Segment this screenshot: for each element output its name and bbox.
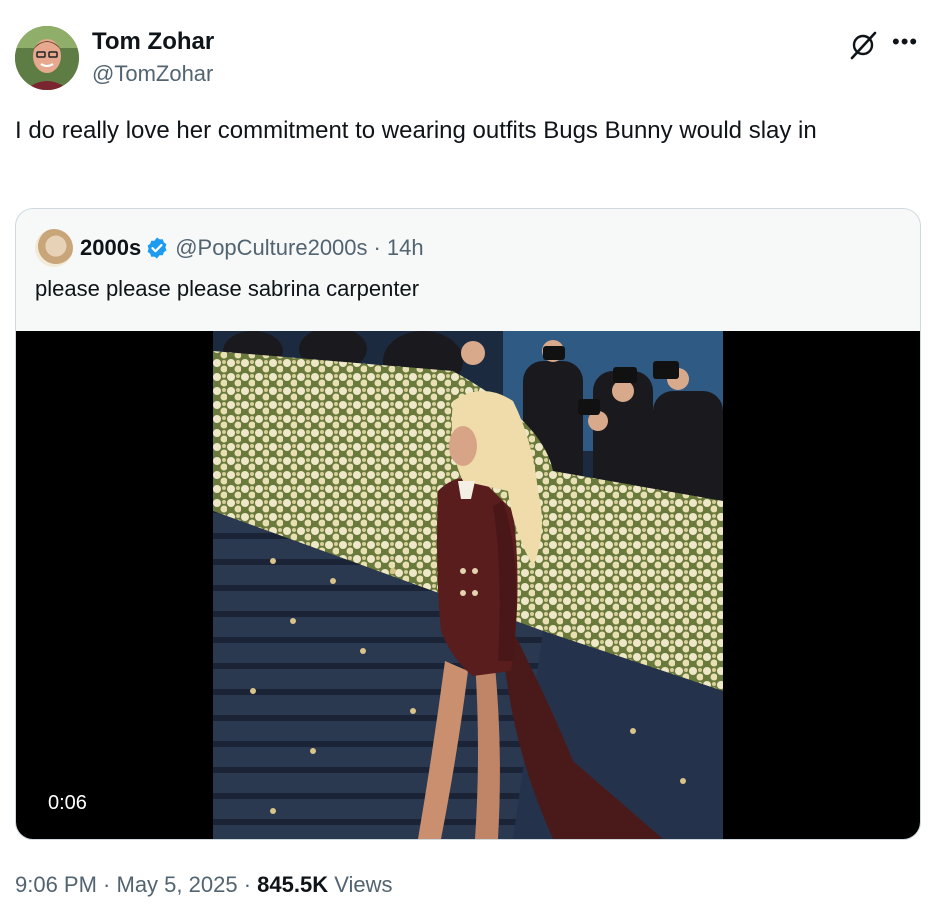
tweet-time[interactable]: 9:06 PM [15, 872, 97, 897]
header-separator: · [373, 235, 381, 260]
quoted-author-avatar[interactable] [35, 229, 73, 267]
views-count[interactable]: 845.5K [257, 872, 328, 897]
author-name[interactable]: Tom Zohar [92, 28, 214, 56]
quoted-tweet-text: please please please sabrina carpenter [35, 276, 420, 301]
tweet-date[interactable]: May 5, 2025 [117, 872, 238, 897]
video-player[interactable]: 0:06 [16, 331, 920, 839]
more-options-icon[interactable]: ••• [892, 31, 918, 53]
author-avatar[interactable] [15, 26, 79, 90]
quoted-author-name[interactable]: 2000s [80, 235, 141, 261]
quoted-tweet-header: 2000s @PopCulture2000s · 14h [80, 233, 424, 263]
video-frame [213, 331, 723, 839]
quoted-tweet-card[interactable]: 2000s @PopCulture2000s · 14h please plea… [15, 208, 921, 840]
video-duration-badge: 0:06 [40, 787, 95, 819]
meta-separator: · [237, 872, 258, 897]
tweet-text: I do really love her commitment to weari… [15, 117, 817, 144]
quoted-author-handle[interactable]: @PopCulture2000s [175, 235, 367, 261]
verified-badge-icon [147, 237, 167, 259]
views-label: Views [328, 872, 393, 897]
grok-icon[interactable] [848, 30, 878, 60]
tweet-meta: 9:06 PM · May 5, 2025 · 845.5K Views [15, 870, 393, 900]
author-avatar-image [15, 26, 79, 90]
meta-separator: · [96, 872, 117, 897]
author-handle[interactable]: @TomZohar [92, 60, 213, 88]
quoted-tweet-time[interactable]: 14h [387, 235, 424, 261]
